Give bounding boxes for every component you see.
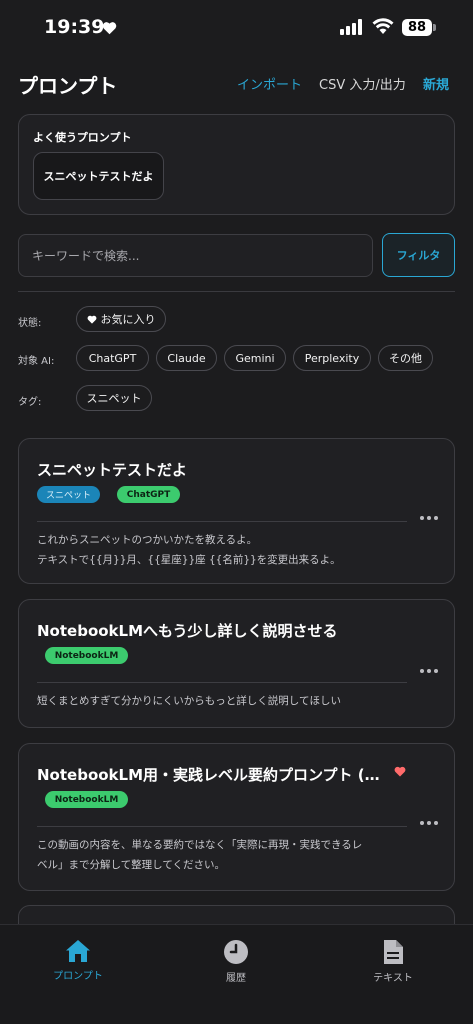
page-title: プロンプト: [18, 74, 118, 98]
prompt-body-line: テキストで{{月}}月、{{星座}}座 {{名前}}を変更出来るよ。: [37, 554, 341, 566]
new-prompt-button[interactable]: 新規: [423, 74, 449, 93]
clock-icon: [224, 940, 248, 964]
frequent-prompts-title: よく使うプロンプト: [33, 131, 132, 144]
divider: [18, 291, 455, 292]
prompt-body-line: 短くまとめすぎて分かりにくいからもっと詳しく説明してほしい: [37, 695, 341, 707]
prompt-tag: NotebookLM: [45, 647, 128, 664]
tag-chip-snippet[interactable]: スニペット: [76, 385, 152, 411]
import-link[interactable]: インポート: [237, 74, 302, 93]
tag-filter-label: タグ:: [18, 397, 42, 408]
heart-icon: [102, 22, 117, 35]
document-icon: [384, 940, 403, 964]
ai-filter-label: 対象 AI:: [18, 356, 55, 367]
favorite-filter-label: お気に入り: [100, 313, 156, 326]
tab-label: プロンプト: [53, 971, 103, 982]
prompt-body: これからスニペットのつかいかたを教えるよ。 テキストで{{月}}月、{{星座}}…: [37, 530, 432, 570]
card-separator: [37, 682, 407, 683]
ai-chip-gemini[interactable]: Gemini: [224, 345, 286, 371]
tab-label: 履歴: [226, 973, 246, 984]
prompt-body: この動画の内容を、単なる要約ではなく「実際に再現・実践できるレ ベル」まで分解し…: [37, 835, 432, 875]
card-separator: [37, 521, 407, 522]
tab-label: テキスト: [373, 973, 413, 984]
more-options-icon[interactable]: [419, 513, 439, 523]
status-filter-label: 状態:: [18, 318, 42, 329]
ai-chip-other[interactable]: その他: [378, 345, 433, 371]
ai-chip-perplexity[interactable]: Perplexity: [293, 345, 371, 371]
csv-io-link[interactable]: CSV 入力/出力: [319, 74, 406, 93]
prompt-title: NotebookLMへもう少し詳しく説明させる: [37, 622, 338, 640]
more-options-icon[interactable]: [419, 666, 439, 676]
more-options-icon[interactable]: [419, 818, 439, 828]
ai-chip-claude[interactable]: Claude: [156, 345, 217, 371]
battery-tip: [433, 24, 436, 31]
tab-history[interactable]: 履歴: [176, 939, 296, 984]
status-time: 19:39: [44, 16, 105, 38]
frequent-prompts-panel: よく使うプロンプト スニペットテストだよ: [18, 114, 455, 215]
heart-icon: [87, 315, 96, 324]
prompt-body: 短くまとめすぎて分かりにくいからもっと詳しく説明してほしい: [37, 691, 432, 711]
prompt-body-line: これからスニペットのつかいかたを教えるよ。: [37, 534, 258, 546]
wifi-icon: [372, 18, 394, 34]
prompt-body-line: この動画の内容を、単なる要約ではなく「実際に再現・実践できるレ: [37, 839, 363, 851]
home-icon: [66, 940, 90, 962]
tab-prompts[interactable]: プロンプト: [18, 939, 138, 982]
prompt-card[interactable]: スニペットテストだよ スニペット ChatGPT これからスニペットのつかいかた…: [18, 438, 455, 584]
favorite-filter-chip[interactable]: お気に入り: [76, 306, 166, 332]
card-separator: [37, 826, 407, 827]
filter-button[interactable]: フィルタ: [382, 233, 455, 277]
prompt-card[interactable]: NotebookLMへもう少し詳しく説明させる NotebookLM 短くまとめ…: [18, 599, 455, 728]
prompt-title: NotebookLM用・実践レベル要約プロンプト (完…: [37, 766, 382, 784]
search-input[interactable]: [18, 234, 373, 277]
prompt-card[interactable]: NotebookLM用・実践レベル要約プロンプト (完… NotebookLM …: [18, 743, 455, 891]
tab-bar: プロンプト 履歴 テキスト: [0, 924, 473, 1024]
signal-icon: [340, 19, 362, 35]
prompt-tag: NotebookLM: [45, 791, 128, 808]
tab-text[interactable]: テキスト: [333, 939, 453, 984]
prompt-tag: ChatGPT: [117, 486, 180, 503]
status-bar: 19:39 88: [0, 0, 473, 56]
battery-indicator: 88: [402, 19, 432, 36]
ai-chip-chatgpt[interactable]: ChatGPT: [76, 345, 149, 371]
prompt-tag: スニペット: [37, 486, 100, 503]
frequent-prompt-item[interactable]: スニペットテストだよ: [33, 152, 164, 200]
prompt-title: スニペットテストだよ: [37, 461, 188, 479]
favorite-heart-icon[interactable]: [394, 766, 406, 777]
prompt-body-line: ベル」まで分解して整理してください。: [37, 859, 226, 871]
